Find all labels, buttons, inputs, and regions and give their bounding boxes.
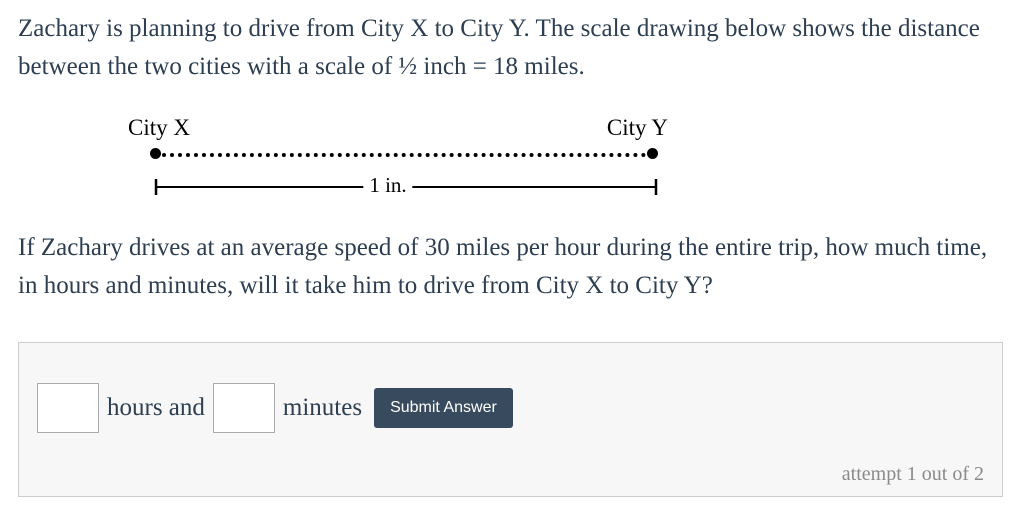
minutes-label: minutes (283, 394, 362, 422)
city-y-point (647, 148, 658, 159)
distance-line (108, 147, 668, 161)
scale-indicator: 1 in. (108, 175, 668, 199)
city-y-label: City Y (607, 115, 668, 141)
scale-diagram: City X City Y 1 in. (108, 115, 668, 199)
dotted-connector (162, 153, 646, 157)
submit-button[interactable]: Submit Answer (374, 388, 513, 428)
attempt-counter: attempt 1 out of 2 (37, 463, 984, 486)
question-paragraph-1: Zachary is planning to drive from City X… (18, 10, 1003, 85)
minutes-input[interactable] (213, 383, 275, 433)
answer-container: hours and minutes Submit Answer attempt … (18, 342, 1003, 497)
scale-measurement-label: 1 in. (363, 173, 412, 198)
question-paragraph-2: If Zachary drives at an average speed of… (18, 229, 1003, 304)
hours-label: hours and (107, 394, 205, 422)
hours-input[interactable] (37, 383, 99, 433)
city-x-point (150, 148, 161, 159)
city-x-label: City X (128, 115, 190, 141)
answer-input-row: hours and minutes Submit Answer (37, 383, 984, 433)
